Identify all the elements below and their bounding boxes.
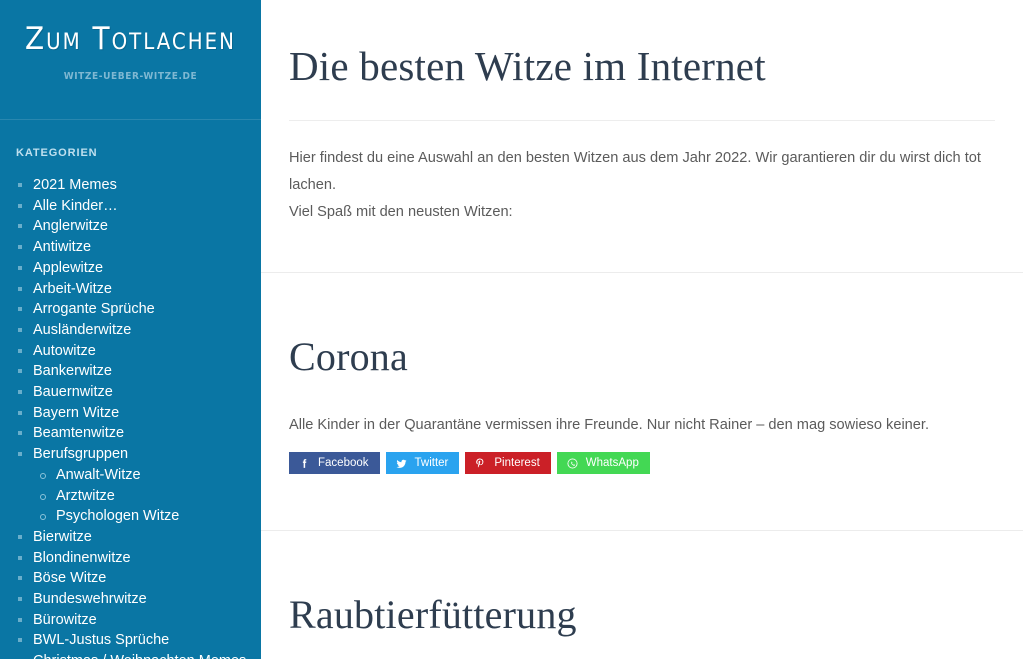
- category-link[interactable]: Ausländerwitze: [16, 320, 261, 341]
- category-link[interactable]: Blondinenwitze: [16, 548, 261, 569]
- share-button-label: Twitter: [414, 457, 449, 469]
- site-tagline: witze-ueber-witze.de: [63, 71, 198, 82]
- post-title[interactable]: Raubtierfütterung: [289, 590, 995, 639]
- category-item: Autowitze: [16, 341, 261, 362]
- category-item: Psychologen Witze: [16, 506, 261, 527]
- category-link[interactable]: Berufsgruppen: [16, 444, 261, 465]
- category-item: Beamtenwitze: [16, 423, 261, 444]
- category-item: Bürowitze: [16, 610, 261, 631]
- page-intro-text: Hier findest du eine Auswahl an den best…: [289, 121, 995, 226]
- category-link[interactable]: Bürowitze: [16, 610, 261, 631]
- category-item: 2021 Memes: [16, 175, 261, 196]
- category-link[interactable]: Bierwitze: [16, 527, 261, 548]
- share-button-twitter[interactable]: Twitter: [385, 452, 460, 474]
- share-button-pinterest[interactable]: Pinterest: [465, 452, 551, 474]
- category-item: Alle Kinder…: [16, 196, 261, 217]
- category-item: Christmas / Weihnachten Memes: [16, 651, 261, 659]
- whatsapp-icon: [566, 457, 579, 470]
- category-item: Bankerwitze: [16, 361, 261, 382]
- share-button-whatsapp[interactable]: WhatsApp: [556, 452, 650, 474]
- category-link[interactable]: BWL-Justus Sprüche: [16, 630, 261, 651]
- category-link[interactable]: Antiwitze: [16, 237, 261, 258]
- category-item: BWL-Justus Sprüche: [16, 630, 261, 651]
- category-item: Bierwitze: [16, 527, 261, 548]
- post-raubtierfuetterung: Raubtierfütterung: [261, 531, 1023, 639]
- page-title: Die besten Witze im Internet: [289, 43, 766, 89]
- category-link[interactable]: Bankerwitze: [16, 361, 261, 382]
- category-link[interactable]: 2021 Memes: [16, 175, 261, 196]
- categories-widget-title: Kategorien: [16, 147, 98, 159]
- main-content: Die besten Witze im Internet Hier findes…: [261, 0, 1023, 659]
- category-link[interactable]: Applewitze: [16, 258, 261, 279]
- pinterest-icon: [474, 457, 487, 470]
- category-link[interactable]: Alle Kinder…: [16, 196, 261, 217]
- share-button-label: Pinterest: [494, 457, 540, 469]
- twitter-icon: [395, 457, 408, 470]
- category-link[interactable]: Beamtenwitze: [16, 423, 261, 444]
- category-item: Arztwitze: [16, 486, 261, 507]
- category-item: Antiwitze: [16, 237, 261, 258]
- site-header: Zum Totlachen witze-ueber-witze.de: [0, 0, 261, 120]
- category-link[interactable]: Anwalt-Witze: [16, 465, 261, 486]
- page-intro: Die besten Witze im Internet Hier findes…: [261, 0, 1023, 226]
- category-item: Bundeswehrwitze: [16, 589, 261, 610]
- category-item: Arrogante Sprüche: [16, 299, 261, 320]
- category-item: Applewitze: [16, 258, 261, 279]
- category-item: Anwalt-Witze: [16, 465, 261, 486]
- category-sublist: Anwalt-Witze Arztwitze Psychologen Witze: [16, 465, 261, 527]
- share-button-label: Facebook: [318, 457, 369, 469]
- share-button-label: WhatsApp: [585, 457, 639, 469]
- facebook-icon: [298, 457, 311, 470]
- category-item: Berufsgruppen: [16, 444, 261, 465]
- category-link[interactable]: Arbeit-Witze: [16, 279, 261, 300]
- category-item: Böse Witze: [16, 568, 261, 589]
- share-button-facebook[interactable]: Facebook: [289, 452, 380, 474]
- category-list: 2021 Memes Alle Kinder… Anglerwitze Antiwit…: [16, 175, 261, 659]
- category-link[interactable]: Christmas / Weihnachten Memes: [16, 651, 261, 659]
- category-link[interactable]: Bayern Witze: [16, 403, 261, 424]
- category-item: Ausländerwitze: [16, 320, 261, 341]
- category-item: Bayern Witze: [16, 403, 261, 424]
- page-intro-line-2: Viel Spaß mit den neusten Witzen:: [289, 204, 513, 220]
- category-link[interactable]: Bauernwitze: [16, 382, 261, 403]
- category-link[interactable]: Böse Witze: [16, 568, 261, 589]
- category-item: Blondinenwitze: [16, 548, 261, 569]
- categories-widget: Kategorien 2021 Memes Alle Kinder… Anglerw…: [0, 120, 261, 659]
- category-link[interactable]: Psychologen Witze: [16, 506, 261, 527]
- category-item: Bauernwitze: [16, 382, 261, 403]
- category-link[interactable]: Arztwitze: [16, 486, 261, 507]
- share-buttons: Facebook Twitter Pinterest WhatsApp: [261, 438, 1023, 474]
- sidebar: Zum Totlachen witze-ueber-witze.de Kateg…: [0, 0, 261, 659]
- post-corona: Corona Alle Kinder in der Quarantäne ver…: [261, 273, 1023, 474]
- page-intro-line-1: Hier findest du eine Auswahl an den best…: [289, 150, 981, 193]
- site-title[interactable]: Zum Totlachen: [0, 18, 261, 60]
- category-link[interactable]: Bundeswehrwitze: [16, 589, 261, 610]
- post-title[interactable]: Corona: [289, 332, 995, 381]
- category-link[interactable]: Anglerwitze: [16, 216, 261, 237]
- category-link[interactable]: Autowitze: [16, 341, 261, 362]
- post-text: Alle Kinder in der Quarantäne vermissen …: [289, 417, 930, 433]
- category-item: Anglerwitze: [16, 216, 261, 237]
- category-link[interactable]: Arrogante Sprüche: [16, 299, 261, 320]
- category-item: Arbeit-Witze: [16, 279, 261, 300]
